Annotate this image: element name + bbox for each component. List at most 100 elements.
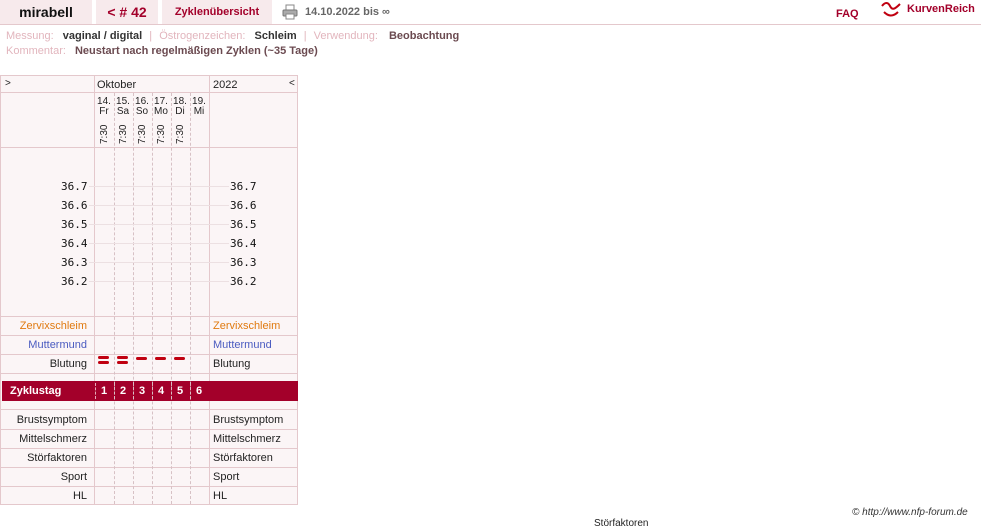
hl-label: HL [72,490,87,502]
day-weekday: Mi [193,106,205,117]
copyright-link[interactable]: © http://www.nfp-forum.de [852,507,968,518]
username-tab[interactable]: mirabell [0,0,92,24]
temperature-label-right: 36.7 [230,180,257,193]
divider [1,354,297,355]
cycle-day-number: 2 [120,385,127,397]
divider [1,147,297,148]
mittelschmerz-label-right: Mittelschmerz [213,433,281,445]
temperature-label-right: 36.5 [230,218,257,231]
cycle-day-number: 5 [177,385,184,397]
day-header[interactable]: 16. So [133,97,151,117]
temperature-label-right: 36.2 [230,275,257,288]
faq-link[interactable]: FAQ [836,5,859,23]
day-weekday: Mo [154,106,168,117]
verwendung-value: Beobachtung [388,30,460,42]
day-weekday: So [135,106,149,117]
temperature-gridline [89,186,229,187]
temperature-label: 36.7 [61,180,88,193]
day-divider [152,93,153,504]
cycle-day-number: 3 [139,385,146,397]
messung-value: vaginal / digital [62,30,143,42]
bleeding-mark [117,356,128,359]
bleeding-mark [98,356,109,359]
muttermund-label: Muttermund [28,339,87,351]
zervixschleim-label: Zervixschleim [19,320,87,332]
measure-time: 7:30 [118,124,129,144]
printer-icon[interactable] [282,4,298,20]
separator: | [303,30,307,42]
day-divider [171,93,172,504]
verwendung-label: Verwendung: [313,30,378,42]
mittelschmerz-label: Mittelschmerz [19,433,87,445]
measure-time: 7:30 [156,124,167,144]
divider [1,467,297,468]
divider [1,448,297,449]
stoerfaktoren-caption: Störfaktoren [594,518,649,529]
oestrogen-label: Östrogenzeichen: [159,30,246,42]
divider [1,316,297,317]
bleeding-mark [136,357,147,360]
temperature-label: 36.2 [61,275,88,288]
cycle-chart: > Oktober 2022 < Zervixschleim Zervixsch… [0,75,298,505]
temperature-gridline [89,243,229,244]
cycle-day-divider [95,383,96,399]
month-label: Oktober [97,79,137,91]
brustsymptom-label: Brustsymptom [16,414,87,426]
day-divider [133,93,134,504]
next-cycle-button[interactable]: > [5,78,11,89]
blutung-label: Blutung [49,358,87,370]
messung-label: Messung: [6,30,54,42]
cycle-overview-tab[interactable]: Zyklenübersicht [162,0,272,24]
temperature-label: 36.4 [61,237,88,250]
cycle-day-number: 4 [158,385,165,397]
divider [94,76,95,504]
meta-line-2: Kommentar: Neustart nach regelmäßigen Zy… [6,45,318,57]
temperature-label-right: 36.4 [230,237,257,250]
cycle-day-number: 6 [196,385,203,397]
temperature-label: 36.3 [61,256,88,269]
day-header[interactable]: 17. Mo [152,97,170,117]
zyklustag-label: Zyklustag [10,385,62,397]
divider [1,92,297,93]
sport-label: Sport [60,471,87,483]
measure-time: 7:30 [99,124,110,144]
temperature-gridline [89,262,229,263]
divider [1,429,297,430]
kommentar-value: Neustart nach regelmäßigen Zyklen (~35 T… [74,45,318,57]
temperature-label-right: 36.3 [230,256,257,269]
day-weekday: Sa [116,106,130,117]
sport-label-right: Sport [213,471,240,483]
measure-time: 7:30 [137,124,148,144]
muttermund-label-right: Muttermund [213,339,272,351]
kommentar-label: Kommentar: [6,45,66,57]
prev-cycle-button[interactable]: < [289,78,295,89]
cycle-day-row: Zyklustag 123456 [2,381,298,401]
kurvenreich-logo-text[interactable]: KurvenReich [907,3,975,15]
hl-label-right: HL [213,490,228,502]
kurvenreich-logo-icon[interactable] [880,2,902,20]
temperature-gridline [89,224,229,225]
temperature-label-right: 36.6 [230,199,257,212]
measure-time: 7:30 [175,124,186,144]
temperature-label: 36.6 [61,199,88,212]
temperature-label: 36.5 [61,218,88,231]
temperature-gridline [89,205,229,206]
date-range: 14.10.2022 bis ∞ [305,6,390,18]
bleeding-mark [98,361,109,364]
day-header[interactable]: 18. Di [171,97,189,117]
divider [1,335,297,336]
stoerfaktoren-label-right: Störfaktoren [213,452,273,464]
brustsymptom-label-right: Brustsymptom [213,414,284,426]
cycle-number-tab[interactable]: < # 42 [96,0,158,24]
cycle-day-number: 1 [101,385,108,397]
top-bar: mirabell < # 42 Zyklenübersicht 14.10.20… [0,0,981,25]
year-label: 2022 [213,79,238,91]
temperature-gridline [89,281,229,282]
day-header[interactable]: 14. Fr [95,97,113,117]
day-divider [114,93,115,504]
stoerfaktoren-label: Störfaktoren [27,452,87,464]
day-divider [190,93,191,504]
separator: | [149,30,153,42]
day-header[interactable]: 19. Mi [190,97,208,117]
day-header[interactable]: 15. Sa [114,97,132,117]
